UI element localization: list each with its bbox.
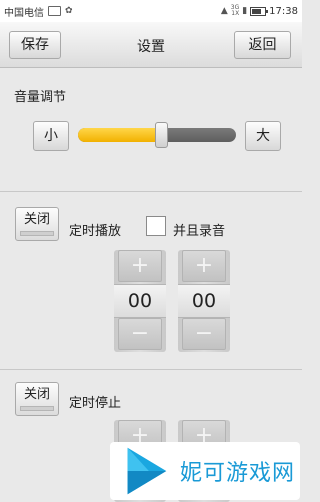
battery-icon <box>250 6 269 16</box>
play-hour-value[interactable]: 00 <box>114 284 166 318</box>
timed-stop-toggle-label: 关闭 <box>23 387 50 402</box>
volume-decrease-button[interactable]: 小 <box>33 121 69 151</box>
image-notification-icon <box>48 6 61 16</box>
volume-section: 音量调节 小 大 <box>0 68 302 192</box>
play-minute-increment-button[interactable]: + <box>182 250 226 282</box>
play-minute-picker: + 00 − <box>178 250 230 352</box>
timed-play-label: 定时播放 <box>69 224 122 239</box>
timed-play-toggle[interactable]: 关闭 <box>15 207 59 241</box>
toggle-indicator <box>20 406 54 411</box>
site-watermark: 妮可游戏网 <box>110 442 300 500</box>
signal-triangle-icon: ▲ <box>220 5 228 16</box>
network-type-indicator: 3G 1X <box>231 5 239 17</box>
timed-play-toggle-label: 关闭 <box>23 212 50 227</box>
title-bar: 保存 设置 返回 <box>0 22 302 68</box>
volume-slider-fill <box>78 128 162 142</box>
watermark-text: 妮可游戏网 <box>180 461 296 486</box>
timed-play-section: 关闭 定时播放 并且录音 + 00 − + 00 − <box>0 192 302 370</box>
signal-strength-icon: ▮ <box>242 5 248 16</box>
play-minute-value[interactable]: 00 <box>178 284 230 318</box>
timed-stop-label: 定时停止 <box>69 396 122 411</box>
play-hour-increment-button[interactable]: + <box>118 250 162 282</box>
volume-increase-button[interactable]: 大 <box>245 121 281 151</box>
carrier-label: 中国电信 <box>4 7 44 19</box>
record-label: 并且录音 <box>173 224 226 239</box>
timed-stop-toggle[interactable]: 关闭 <box>15 382 59 416</box>
play-hour-decrement-button[interactable]: − <box>118 318 162 350</box>
play-hour-picker: + 00 − <box>114 250 166 352</box>
play-minute-decrement-button[interactable]: − <box>182 318 226 350</box>
toggle-indicator <box>20 231 54 236</box>
record-checkbox[interactable] <box>146 216 166 236</box>
status-bar: 中国电信 ✿ ▲ 3G 1X ▮ 17:38 <box>0 0 302 22</box>
play-triangle-logo-icon <box>127 447 167 495</box>
volume-label: 音量调节 <box>14 90 67 105</box>
back-button[interactable]: 返回 <box>234 31 291 59</box>
notification-icon: ✿ <box>65 5 73 16</box>
network-type-line-2: 1X <box>231 10 240 17</box>
clock: 17:38 <box>269 5 298 17</box>
volume-slider-thumb[interactable] <box>155 122 169 148</box>
